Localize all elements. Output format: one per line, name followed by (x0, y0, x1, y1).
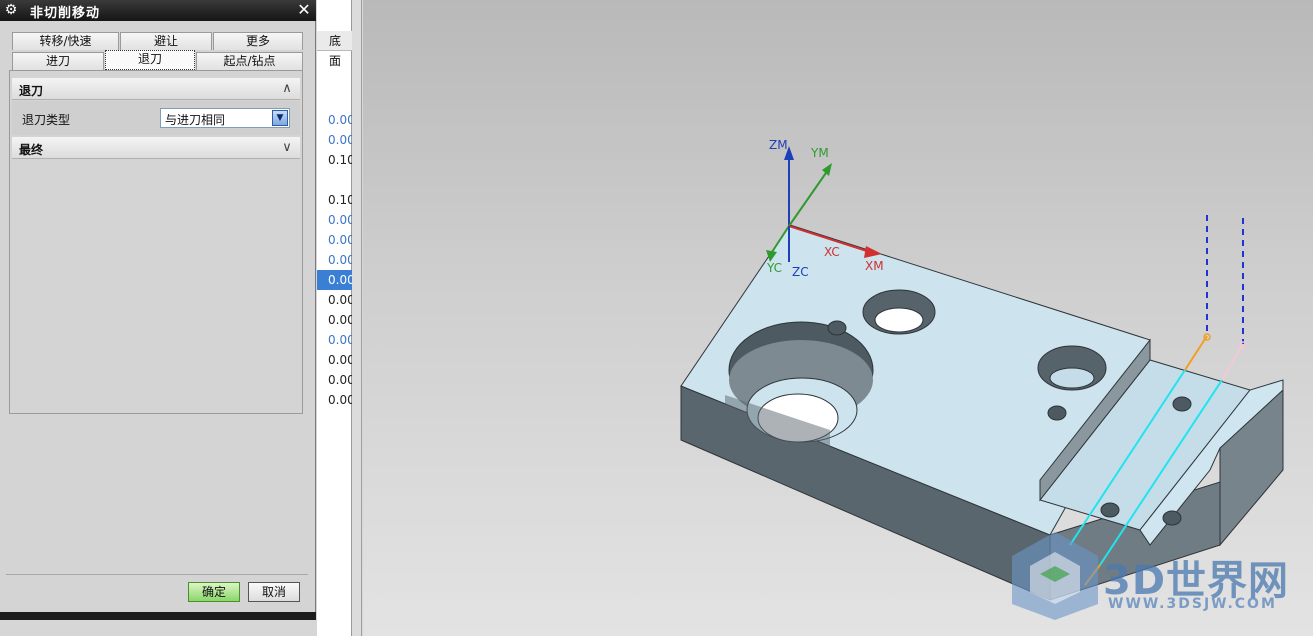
y-axis (788, 169, 829, 227)
list-cell[interactable]: 0.00 (328, 113, 355, 127)
axis-label-zc: ZC (792, 265, 809, 279)
list-cell[interactable]: 0.00 (328, 213, 355, 227)
tab-avoidance[interactable]: 避让 (120, 32, 212, 50)
y-axis-arrow (822, 163, 832, 176)
chevron-down-icon[interactable]: ▼ (272, 110, 288, 126)
splitter[interactable] (352, 0, 362, 636)
small-hole (827, 320, 847, 336)
tab-more[interactable]: 更多 (213, 32, 303, 50)
retract-type-label: 退刀类型 (22, 113, 71, 127)
retract-type-row: 退刀类型 与进刀相同 ▼ (12, 101, 300, 135)
gear-icon[interactable]: ⚙ (3, 2, 19, 18)
cancel-button[interactable]: 取消 (248, 582, 300, 602)
axis-label-xc: XC (824, 245, 840, 259)
divider (6, 574, 308, 575)
chevron-up-icon[interactable]: ∧ (278, 80, 296, 98)
list-cell[interactable]: 0.00 (328, 253, 355, 267)
non-cutting-moves-dialog: ⚙ 非切削移动 ✕ 转移/快速 避让 更多 进刀 退刀 起点/钻点 退刀 ∧ 退… (0, 0, 316, 620)
axis-label-ym: YM (810, 146, 829, 160)
final-group-header[interactable]: 最终 ∨ (12, 137, 300, 159)
dialog-title: 非切削移动 (30, 6, 101, 21)
column-header-floor[interactable]: 底面 (317, 31, 352, 68)
small-hole (1047, 405, 1067, 421)
list-cell[interactable]: 0.00 (328, 393, 355, 407)
list-cell[interactable]: 0.10 (328, 193, 355, 207)
retract-type-value: 与进刀相同 (165, 113, 226, 127)
retract-group-header[interactable]: 退刀 ∧ (12, 78, 300, 100)
axis-label-zm: ZM (769, 138, 788, 152)
list-cell[interactable]: 0.00 (328, 313, 355, 327)
hole-right-floor (1049, 367, 1095, 389)
axis-label-xm: XM (865, 259, 884, 273)
axis-label-yc: YC (766, 261, 782, 275)
tab-start-drill-point[interactable]: 起点/钻点 (196, 52, 303, 70)
small-hole (1162, 510, 1182, 526)
retract-path (1221, 343, 1244, 381)
final-group-title: 最终 (19, 143, 44, 157)
chevron-down-icon[interactable]: ∨ (278, 139, 296, 157)
list-cell[interactable]: 0.00 (328, 373, 355, 387)
tab-panel: 退刀 ∧ 退刀类型 与进刀相同 ▼ 最终 ∨ (9, 70, 303, 414)
retract-group-title: 退刀 (19, 84, 44, 98)
tab-transfer-rapid[interactable]: 转移/快速 (12, 32, 119, 50)
dialog-bottom-bar (0, 612, 316, 620)
slot-hole-through (874, 307, 924, 333)
engage-path (1184, 335, 1208, 371)
list-cell[interactable]: 0.00 (328, 233, 355, 247)
dialog-titlebar[interactable]: ⚙ 非切削移动 ✕ (0, 0, 316, 21)
list-cell[interactable]: 0.00 (328, 333, 355, 347)
list-cell-selected[interactable]: 0.00 (328, 273, 355, 287)
list-cell[interactable]: 0.00 (328, 133, 355, 147)
ok-button[interactable]: 确定 (188, 582, 240, 602)
small-hole (1172, 396, 1192, 412)
tab-engage[interactable]: 进刀 (12, 52, 104, 70)
retract-type-select[interactable]: 与进刀相同 ▼ (160, 108, 290, 128)
small-hole (1100, 502, 1120, 518)
list-cell[interactable]: 0.00 (328, 293, 355, 307)
list-cell[interactable]: 0.10 (328, 153, 355, 167)
list-cell[interactable]: 0.00 (328, 353, 355, 367)
close-icon[interactable]: ✕ (295, 1, 313, 19)
tab-retract[interactable]: 退刀 (105, 50, 195, 70)
operation-list-column: 底面 0.00 0.00 0.10 0.10 0.00 0.00 0.00 0.… (317, 0, 355, 636)
watermark-url: WWW.3DSJW.COM (1108, 596, 1277, 612)
